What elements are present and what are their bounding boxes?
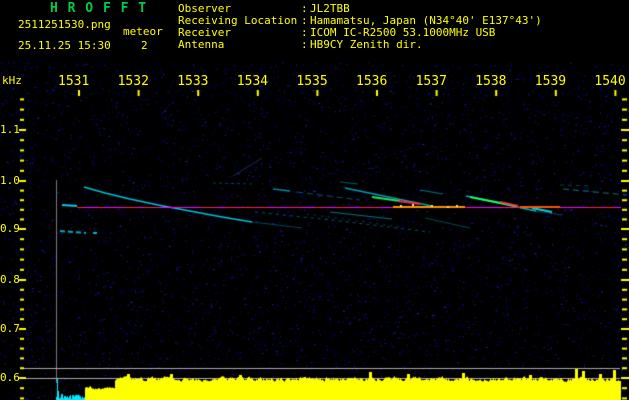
time-axis-label: 1532 bbox=[117, 74, 149, 89]
freq-axis-label: 0.9 bbox=[0, 222, 20, 235]
app-title: H R O F F T bbox=[50, 1, 148, 16]
freq-axis-label: 0.7 bbox=[0, 322, 20, 335]
time-axis-label: 1533 bbox=[177, 74, 209, 89]
time-axis-label: 1536 bbox=[356, 74, 388, 89]
time-axis-label: 1531 bbox=[58, 74, 90, 89]
datetime-label: 25.11.25 15:30 bbox=[18, 39, 111, 52]
time-axis-label: 1534 bbox=[236, 74, 269, 89]
freq-axis-label: 1.1 bbox=[0, 123, 20, 136]
output-filename: 2511251530.png bbox=[18, 18, 111, 31]
hrofft-screen: H R O F F T 2511251530.png meteor 25.11.… bbox=[0, 0, 629, 400]
freq-axis-label: 0.6 bbox=[0, 371, 20, 384]
spectrogram-canvas bbox=[0, 0, 629, 400]
time-axis-label: 1540 bbox=[594, 74, 626, 89]
observation-mode-label: meteor bbox=[123, 25, 163, 38]
time-axis-label: 1539 bbox=[534, 74, 567, 89]
colon-separator: : bbox=[301, 38, 308, 51]
meteor-count: 2 bbox=[141, 39, 148, 52]
freq-axis-label: 1.0 bbox=[0, 174, 20, 187]
time-axis-label: 1537 bbox=[415, 74, 447, 89]
antenna-label: Antenna bbox=[178, 38, 225, 51]
antenna-value: HB9CY Zenith dir. bbox=[310, 38, 423, 51]
time-axis-label: 1538 bbox=[475, 74, 507, 89]
time-axis-label: 1535 bbox=[296, 74, 328, 89]
freq-axis-label: 0.8 bbox=[0, 273, 20, 286]
freq-axis-unit: kHz bbox=[2, 74, 22, 87]
